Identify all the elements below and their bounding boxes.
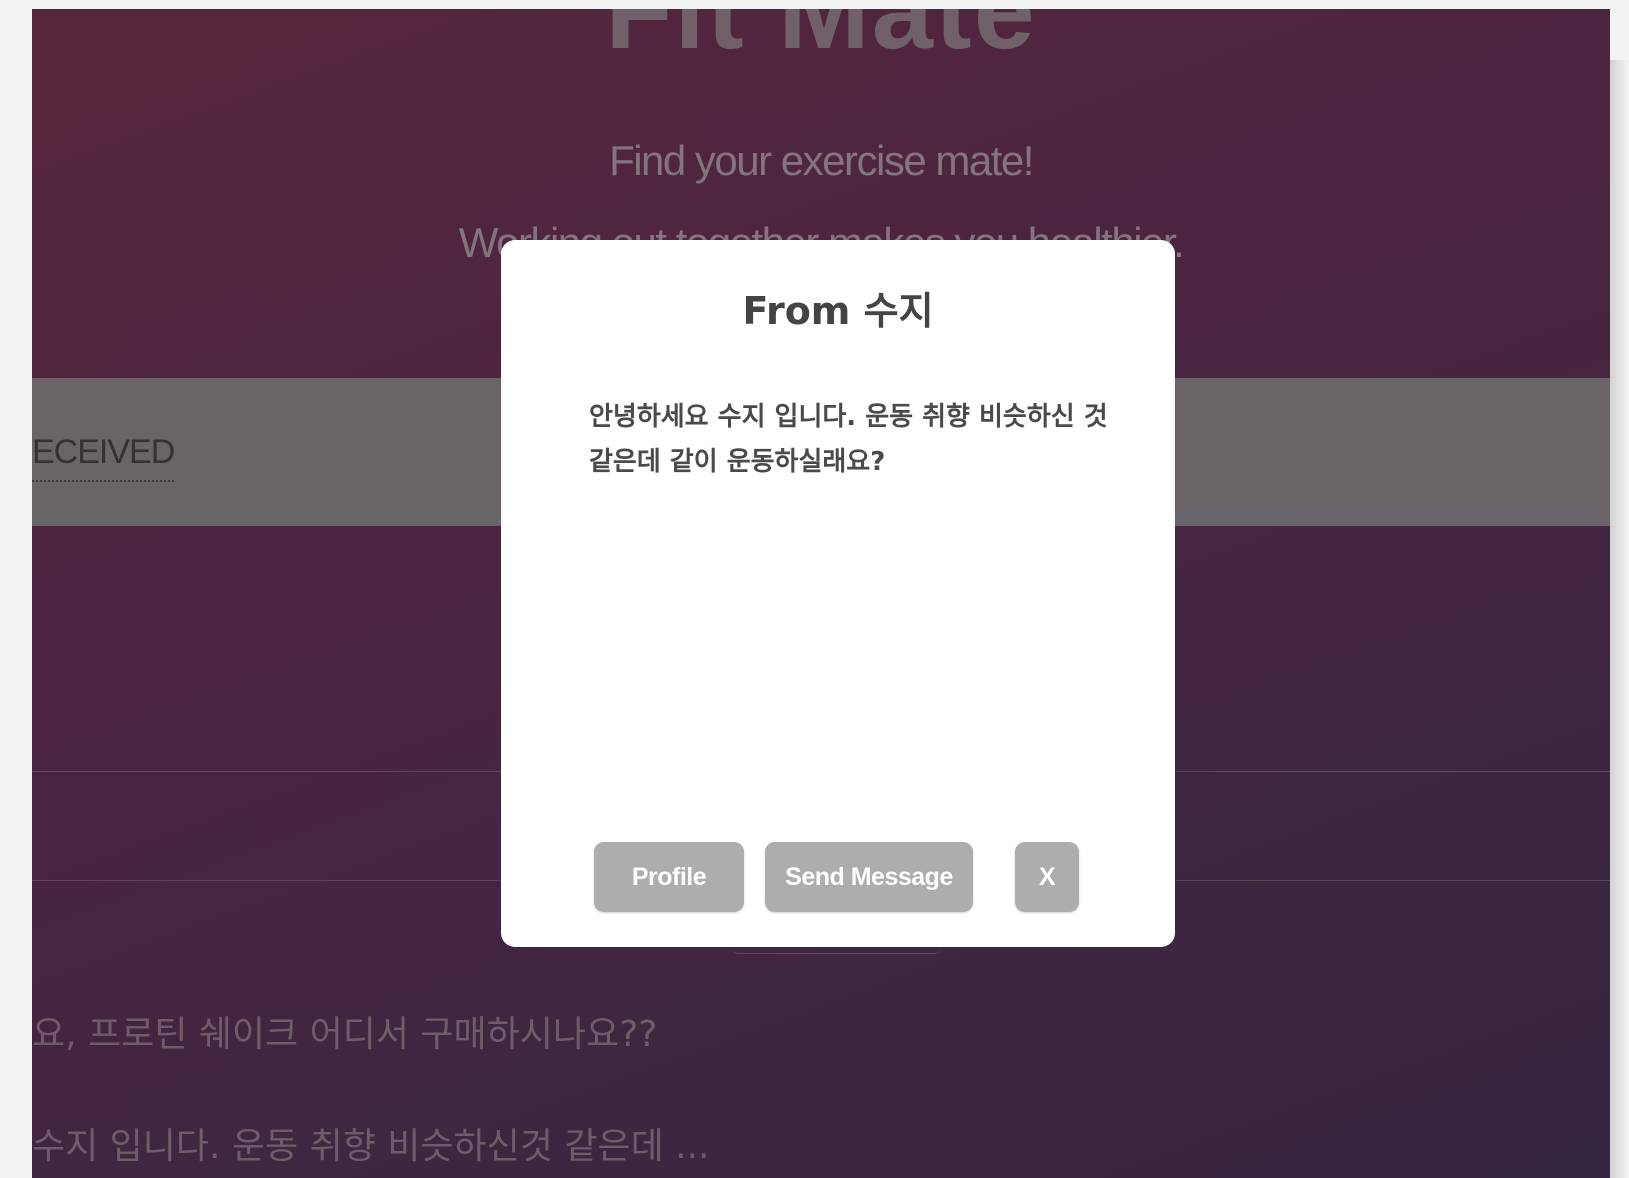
send-message-button[interactable]: Send Message	[765, 842, 973, 912]
modal-message-body: 안녕하세요 수지 입니다. 운동 취향 비슷하신 것 같은데 같이 운동하실래요…	[589, 402, 1108, 477]
window-edge-shadow	[1608, 60, 1629, 1178]
modal-title: From 수지	[742, 289, 934, 333]
close-button[interactable]: X	[1015, 842, 1079, 912]
message-modal: From 수지 안녕하세요 수지 입니다. 운동 취향 비슷하신 것 같은데 같…	[501, 240, 1175, 947]
screenshot-frame: Fit Mate Find your exercise mate! Workin…	[0, 0, 1629, 1178]
profile-button[interactable]: Profile	[594, 842, 744, 912]
